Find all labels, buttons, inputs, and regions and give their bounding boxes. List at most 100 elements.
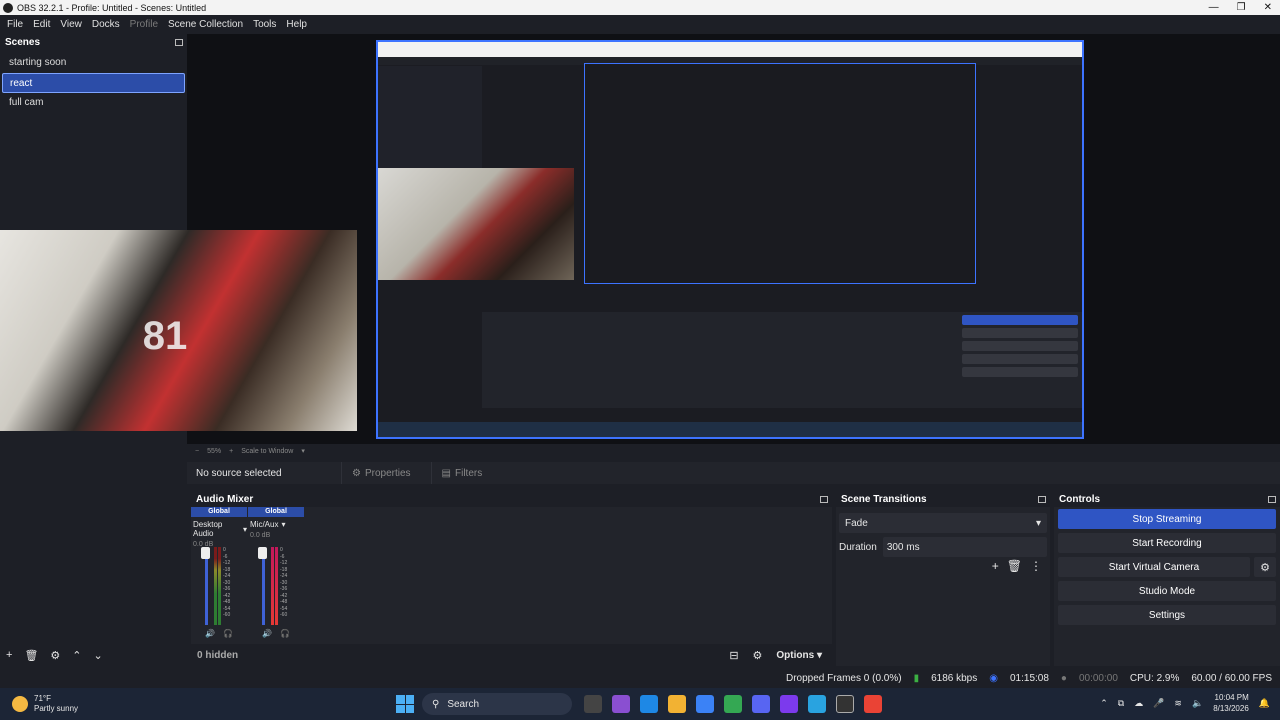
channel-name-dropdown[interactable]: Desktop Audio ▾: [191, 520, 247, 538]
menu-docks[interactable]: Docks: [87, 19, 125, 30]
webcam-source[interactable]: 81: [0, 230, 357, 431]
add-transition-icon[interactable]: +: [992, 559, 999, 573]
volume-icon[interactable]: 🔈: [1192, 698, 1203, 709]
start-recording-button[interactable]: Start Recording: [1058, 533, 1276, 553]
record-icon: ●: [1060, 672, 1067, 684]
undock-icon[interactable]: [820, 495, 828, 503]
chevron-down-icon[interactable]: ▾: [301, 447, 305, 455]
controls-dock: Controls Stop Streaming Start Recording …: [1054, 491, 1280, 666]
edge-icon[interactable]: [640, 695, 658, 713]
scene-item-react[interactable]: react: [2, 73, 185, 93]
stop-streaming-button[interactable]: Stop Streaming: [1058, 509, 1276, 529]
layout-icon[interactable]: ⊟: [729, 649, 738, 662]
app-grid-icon[interactable]: [780, 695, 798, 713]
scene-item-starting-soon[interactable]: starting soon: [2, 53, 185, 73]
taskbar-search[interactable]: ⚲ Search: [422, 693, 572, 715]
headphones-icon[interactable]: 🎧: [223, 629, 233, 638]
zoom-in-button[interactable]: +: [229, 448, 233, 455]
chevron-up-icon[interactable]: ⌃: [1100, 698, 1108, 709]
store-icon[interactable]: [696, 695, 714, 713]
scene-item-full-cam[interactable]: full cam: [2, 93, 185, 113]
meter-ticks: 0 -6 -12 -18 -24 -30 -36 -42 -48 -54 -60: [280, 547, 288, 618]
volume-fader-knob[interactable]: [201, 547, 210, 559]
speaker-icon[interactable]: 🔊: [205, 629, 215, 638]
clock[interactable]: 10:04 PM 8/13/2026: [1213, 692, 1249, 714]
menu-tools[interactable]: Tools: [248, 19, 281, 30]
undock-icon[interactable]: [175, 38, 183, 46]
volume-fader-knob[interactable]: [258, 547, 267, 559]
maximize-button[interactable]: ❐: [1237, 0, 1246, 15]
temperature: 71°F: [34, 694, 51, 703]
channel-name-dropdown[interactable]: Mic/Aux ▾: [248, 520, 304, 529]
settings-button[interactable]: Settings: [1058, 605, 1276, 625]
chrome-profile-icon[interactable]: [864, 695, 882, 713]
scenes-dock: Scenes starting soon react full cam: [0, 34, 187, 230]
menu-view[interactable]: View: [55, 19, 87, 30]
discord-icon[interactable]: [752, 695, 770, 713]
notifications-icon[interactable]: 🔔: [1259, 698, 1270, 709]
microphone-icon[interactable]: 🎤: [1153, 698, 1164, 709]
task-view-icon[interactable]: [584, 695, 602, 713]
record-time: 00:00:00: [1078, 672, 1118, 684]
scenes-header: Scenes: [0, 34, 187, 50]
delete-scene-icon[interactable]: 🗑: [24, 649, 38, 662]
window-title: OBS 32.2.1 - Profile: Untitled - Scenes:…: [17, 2, 207, 13]
weather-widget[interactable]: 71°F Partly sunny: [0, 694, 380, 714]
zoom-out-button[interactable]: −: [195, 448, 199, 455]
cloud-icon[interactable]: ☁: [1134, 698, 1143, 709]
speaker-icon[interactable]: 🔊: [262, 629, 272, 638]
channel-desktop-audio: Global Desktop Audio ▾ 0.0 dB 0 -6 -12 -18-…: [191, 507, 247, 643]
captured-scenes-panel: [378, 66, 482, 169]
captured-record-button: [962, 328, 1078, 338]
minimize-button[interactable]: —: [1209, 0, 1219, 15]
move-up-icon[interactable]: ⌃: [72, 649, 81, 662]
windows-start-icon[interactable]: [396, 695, 414, 713]
obs-taskbar-icon[interactable]: [836, 695, 854, 713]
close-button[interactable]: ✕: [1264, 0, 1272, 15]
start-virtual-camera-button[interactable]: Start Virtual Camera: [1058, 557, 1250, 577]
copilot-icon[interactable]: [612, 695, 630, 713]
captured-taskbar: [378, 422, 1082, 437]
chrome-icon[interactable]: [724, 695, 742, 713]
delete-transition-icon[interactable]: 🗑: [1007, 559, 1022, 573]
scene-transitions-dock: Scene Transitions Fade ▾ Duration 300 ms…: [836, 491, 1050, 666]
jersey-number: 81: [142, 314, 188, 359]
level-meter-right: [218, 547, 221, 625]
options-button[interactable]: Options ▾: [776, 650, 822, 661]
more-options-icon[interactable]: ⋮: [1030, 559, 1042, 573]
virtual-camera-settings-icon[interactable]: ⚙: [1254, 557, 1276, 577]
transitions-header: Scene Transitions: [836, 491, 1050, 507]
zoom-bar: − 55% + Scale to Window ▾: [187, 444, 1280, 458]
move-down-icon[interactable]: ⌄: [94, 649, 103, 662]
wifi-icon[interactable]: ≋: [1174, 698, 1182, 709]
menu-help[interactable]: Help: [281, 19, 312, 30]
meter-ticks: 0 -6 -12 -18 -24 -30 -36 -42 -48 -54 -60: [223, 547, 231, 618]
level-meter-left: [214, 547, 217, 625]
undock-icon[interactable]: [1038, 495, 1046, 503]
dropped-frames: Dropped Frames 0 (0.0%): [785, 672, 902, 684]
advanced-audio-icon[interactable]: ⚙: [753, 649, 763, 662]
menu-scene-collection[interactable]: Scene Collection: [163, 19, 248, 30]
duration-row: Duration 300 ms: [839, 537, 1047, 557]
status-bar: Dropped Frames 0 (0.0%) ▮ 6186 kbps ◉ 01…: [0, 668, 1280, 688]
source-toolbar: No source selected ⚙ Properties ▤ Filter…: [187, 462, 1280, 484]
scene-filters-icon[interactable]: ⚙: [50, 649, 60, 662]
properties-button[interactable]: ⚙ Properties: [341, 462, 421, 484]
channel-global-label: Global: [248, 507, 304, 517]
duration-input[interactable]: 300 ms: [882, 537, 1047, 557]
undock-icon[interactable]: [1268, 495, 1276, 503]
photos-icon[interactable]: [808, 695, 826, 713]
filters-button[interactable]: ▤ Filters: [430, 462, 493, 484]
scale-mode[interactable]: Scale to Window: [241, 448, 293, 455]
audio-mixer-dock: Audio Mixer Global Desktop Audio ▾ 0.0 d…: [191, 491, 832, 666]
menu-edit[interactable]: Edit: [28, 19, 55, 30]
menu-file[interactable]: File: [2, 19, 28, 30]
headphones-icon[interactable]: 🎧: [280, 629, 290, 638]
partly-sunny-icon: [12, 696, 28, 712]
network-icon[interactable]: ⧉: [1118, 698, 1124, 709]
file-explorer-icon[interactable]: [668, 695, 686, 713]
transition-select[interactable]: Fade ▾: [839, 513, 1047, 533]
display-capture-source[interactable]: [376, 40, 1084, 439]
add-scene-icon[interactable]: +: [6, 649, 12, 661]
studio-mode-button[interactable]: Studio Mode: [1058, 581, 1276, 601]
